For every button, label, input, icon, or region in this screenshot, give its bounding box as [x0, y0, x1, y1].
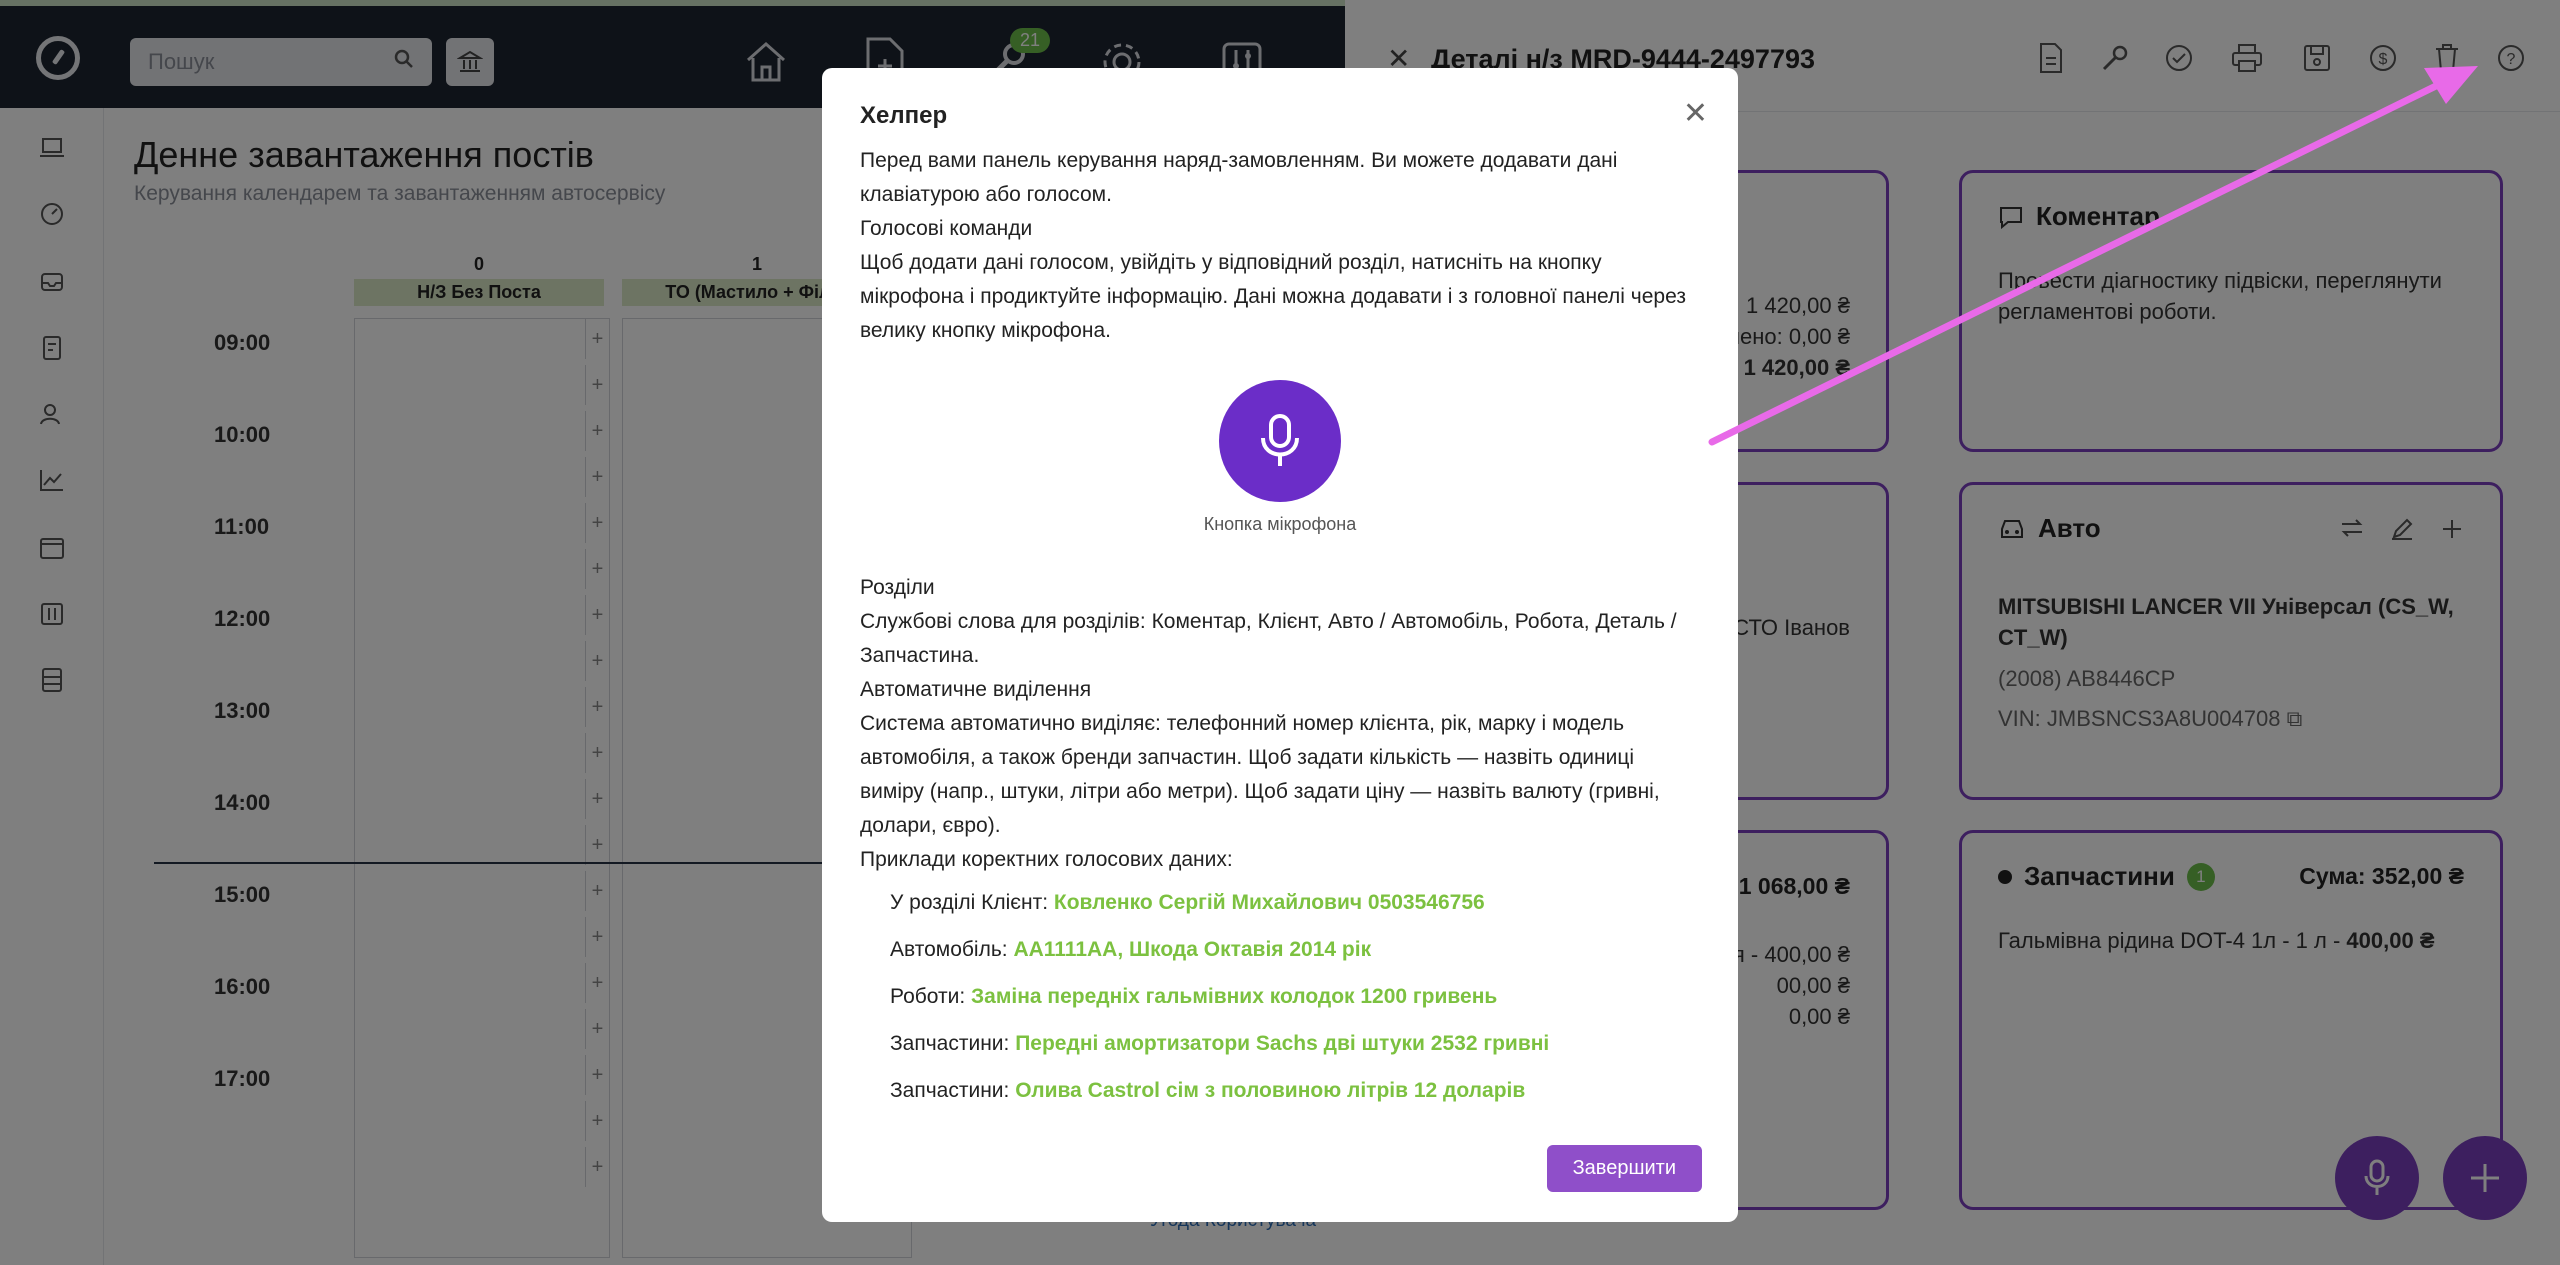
- example-item: У розділі Клієнт: Ковленко Сергій Михайл…: [890, 891, 1485, 914]
- examples-list: У розділі Клієнт: Ковленко Сергій Михайл…: [860, 879, 1700, 1114]
- close-modal-icon[interactable]: ✕: [1683, 96, 1708, 131]
- modal-title: Хелпер: [860, 102, 948, 129]
- example-item: Запчастини: Передні амортизатори Sachs д…: [890, 1032, 1550, 1055]
- mic-demo: Кнопка мікрофона: [860, 380, 1700, 535]
- voice-commands-title: Голосові команди: [860, 217, 1033, 240]
- sections-title: Розділи: [860, 576, 935, 599]
- microphone-icon: [1261, 414, 1299, 466]
- sections-text: Службові слова для розділів: Коментар, К…: [860, 610, 1677, 667]
- modal-intro: Перед вами панель керування наряд-замовл…: [860, 149, 1618, 206]
- example-item: Запчастини: Олива Castrol сім з половино…: [890, 1079, 1526, 1102]
- example-item: Роботи: Заміна передніх гальмівних колод…: [890, 985, 1498, 1008]
- helper-modal: Хелпер ✕ Перед вами панель керування нар…: [822, 68, 1738, 1222]
- auto-detect-title: Автоматичне виділення: [860, 678, 1092, 701]
- voice-commands-text: Щоб додати дані голосом, увійдіть у відп…: [860, 251, 1686, 342]
- microphone-demo-button[interactable]: [1219, 380, 1341, 502]
- examples-title: Приклади коректних голосових даних:: [860, 848, 1233, 871]
- auto-detect-text: Система автоматично виділяє: телефонний …: [860, 712, 1660, 837]
- mic-label: Кнопка мікрофона: [1203, 514, 1357, 534]
- finish-button[interactable]: Завершити: [1546, 1145, 1702, 1192]
- example-item: Автомобіль: AA1111AA, Шкода Октавія 2014…: [890, 938, 1372, 961]
